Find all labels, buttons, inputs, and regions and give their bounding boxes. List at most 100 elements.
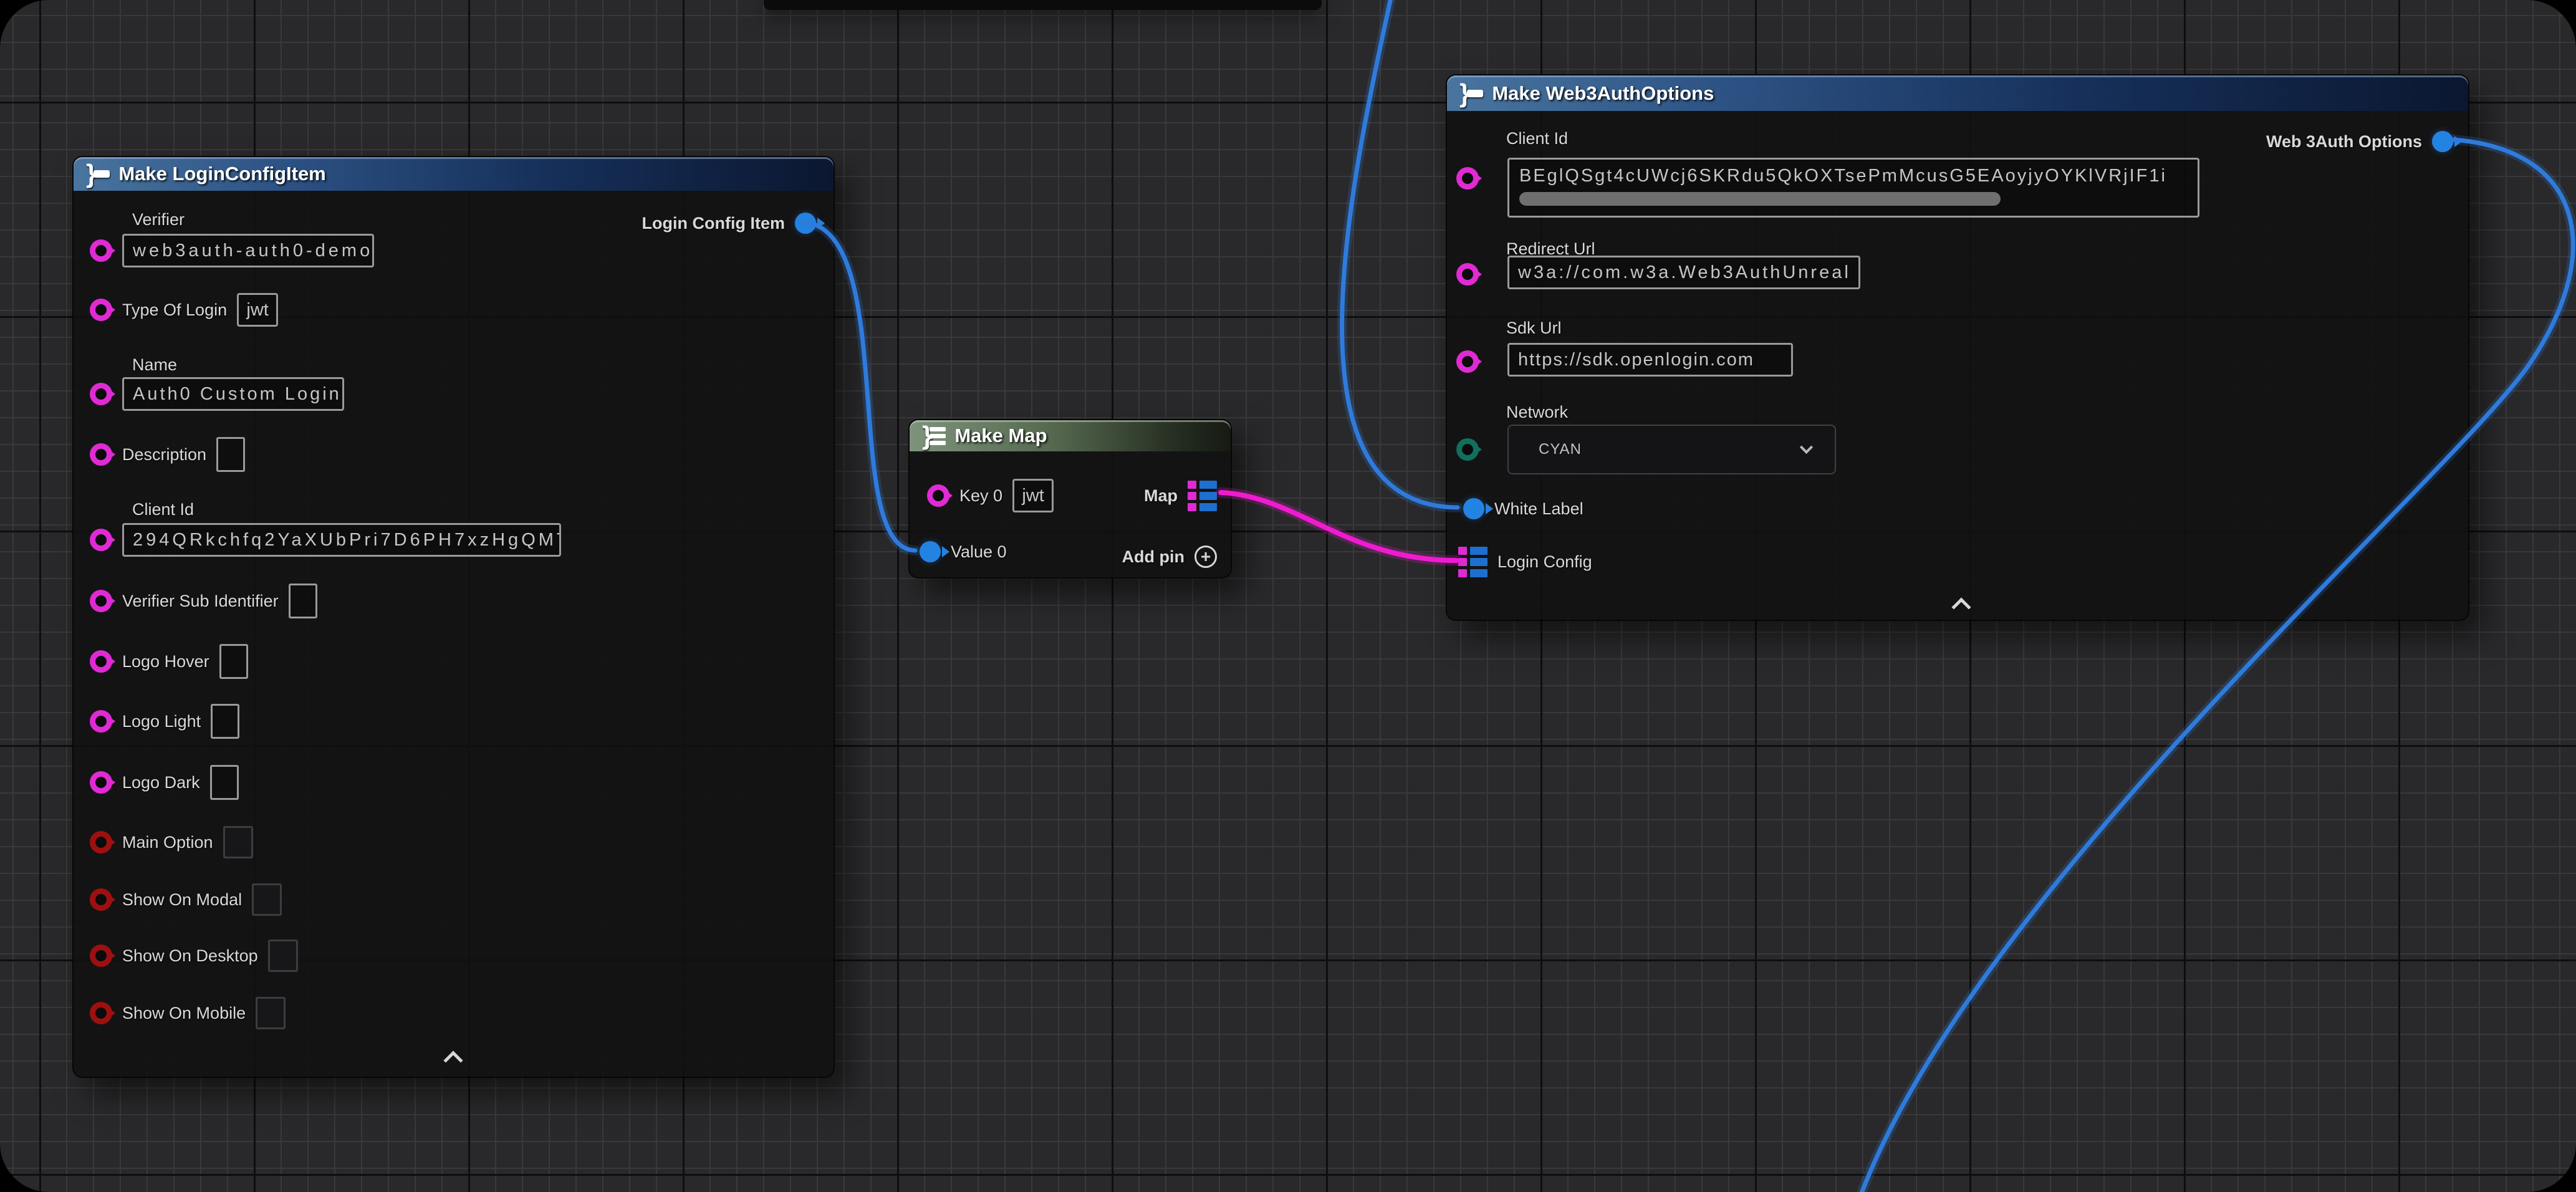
node-title: Make Web3AuthOptions [1492,82,1714,105]
show-on-desktop-label: Show On Desktop [122,946,258,966]
node-make-map[interactable]: } Make Map Key 0 jwt Map Value 0 Add pin… [908,419,1232,579]
show-on-modal-label: Show On Modal [122,890,242,910]
show-on-desktop-checkbox[interactable] [268,940,298,972]
pin-description[interactable] [90,443,112,466]
logo-light-input[interactable] [211,704,239,739]
show-on-mobile-label: Show On Mobile [122,1004,246,1023]
node-make-web3authoptions[interactable]: } Make Web3AuthOptions Web 3Auth Options… [1446,74,2469,621]
make-map-icon: } [922,423,946,449]
pin-verifier[interactable] [90,239,112,262]
collapse-node-caret-icon[interactable] [443,1050,463,1070]
show-on-mobile-row: Show On Mobile [90,994,286,1032]
node-header[interactable]: } Make LoginConfigItem [74,157,834,191]
verifier-sub-identifier-input[interactable] [289,584,317,618]
client-id-input[interactable]: 294QRkchfq2YaXUbPri7D6PH7xzHgQMT [122,523,561,557]
main-option-row: Main Option [90,824,253,861]
pin-web3auth-options-output[interactable] [2432,131,2453,152]
wire-map-to-login-config[interactable] [1221,493,1456,560]
logo-light-row: Logo Light [90,703,239,740]
logo-dark-row: Logo Dark [90,764,239,801]
verifier-label: Verifier [132,210,185,229]
pin-login-config-item-output[interactable] [795,213,816,234]
pin-key-0[interactable] [927,484,949,507]
pin-login-config[interactable] [1458,547,1487,577]
pin-redirect-url[interactable] [1456,263,1479,286]
network-label: Network [1506,403,1568,422]
pin-main-option[interactable] [90,831,112,853]
type-of-login-input[interactable]: jwt [237,293,278,327]
node-title: Make LoginConfigItem [118,163,325,185]
value-0-label: Value 0 [951,542,1007,562]
output-row: Web 3Auth Options [2266,123,2453,160]
make-struct-icon: } [86,161,110,187]
logo-dark-input[interactable] [210,765,239,800]
collapse-node-caret-icon[interactable] [1951,597,1971,617]
blueprint-graph-canvas[interactable]: } Make LoginConfigItem Login Config Item… [0,0,2576,1192]
logo-dark-label: Logo Dark [122,773,200,792]
pin-map-output[interactable] [1188,481,1217,511]
white-label-label: White Label [1494,499,1584,519]
client-id-input[interactable]: BEglQSgt4cUWcj6SKRdu5QkOXTsePmMcusG5EAoy… [1507,158,2199,218]
logo-hover-input[interactable] [219,644,248,679]
client-id-label: Client Id [132,500,194,519]
pin-client-id[interactable] [90,529,112,551]
logo-light-label: Logo Light [122,712,201,731]
chevron-down-icon [1800,440,1813,453]
pin-sdk-url[interactable] [1456,350,1479,373]
pin-network[interactable] [1456,438,1479,461]
offscreen-node-edge [764,0,1322,10]
login-config-row: Login Config [1458,543,1592,580]
output-row: Login Config Item [642,204,816,242]
output-label: Login Config Item [642,214,785,233]
pin-show-on-mobile[interactable] [90,1002,112,1024]
sdk-url-input[interactable]: https://sdk.openlogin.com [1507,343,1793,377]
main-option-checkbox[interactable] [223,826,253,858]
pin-logo-hover[interactable] [90,650,112,673]
verifier-input[interactable]: web3auth-auth0-demo [122,234,374,267]
name-row: Auth0 Custom Login [90,375,344,413]
name-label: Name [132,355,177,375]
pin-type-of-login[interactable] [90,299,112,321]
show-on-modal-checkbox[interactable] [252,883,282,916]
pin-white-label[interactable] [1463,498,1484,519]
white-label-row: White Label [1463,490,1584,527]
verifier-row: web3auth-auth0-demo [90,232,374,269]
network-dropdown[interactable]: CYAN [1507,425,1836,474]
sdk-url-label: Sdk Url [1506,319,1562,338]
pin-value-0[interactable] [920,541,941,562]
node-make-loginconfigitem[interactable]: } Make LoginConfigItem Login Config Item… [72,156,835,1078]
output-label: Web 3Auth Options [2266,132,2422,151]
pin-logo-light[interactable] [90,710,112,733]
pin-show-on-desktop[interactable] [90,944,112,967]
verifier-sub-identifier-row: Verifier Sub Identifier [90,582,317,620]
value-0-row: Value 0 [920,533,1007,570]
show-on-desktop-row: Show On Desktop [90,937,298,974]
key-0-input[interactable]: jwt [1012,479,1054,512]
type-of-login-label: Type Of Login [122,300,227,320]
add-pin-row[interactable]: Add pin + [1122,538,1217,575]
node-header[interactable]: } Make Map [910,420,1231,451]
node-title: Make Map [954,425,1047,447]
pin-verifier-sub-identifier[interactable] [90,590,112,612]
pin-name[interactable] [90,383,112,405]
name-input[interactable]: Auth0 Custom Login [122,377,344,411]
show-on-mobile-checkbox[interactable] [256,997,286,1029]
pin-show-on-modal[interactable] [90,888,112,911]
add-pin-label: Add pin [1122,547,1185,567]
pin-logo-dark[interactable] [90,771,112,794]
main-option-label: Main Option [122,833,213,852]
login-config-label: Login Config [1497,552,1592,572]
key-0-label: Key 0 [959,486,1002,506]
client-id-row: 294QRkchfq2YaXUbPri7D6PH7xzHgQMT [90,521,561,559]
client-id-scrollbar[interactable] [1519,192,2001,206]
wire-offscreen-to-white-label[interactable] [1342,0,1458,507]
redirect-url-input[interactable]: w3a://com.w3a.Web3AuthUnreal [1507,256,1860,289]
map-output-label: Map [1144,486,1178,506]
node-header[interactable]: } Make Web3AuthOptions [1447,75,2468,111]
add-pin-icon[interactable]: + [1194,546,1217,568]
logo-hover-row: Logo Hover [90,643,248,680]
description-input[interactable] [216,437,245,472]
verifier-sub-identifier-label: Verifier Sub Identifier [122,592,279,611]
pin-client-id[interactable] [1456,167,1479,190]
type-of-login-row: Type Of Login jwt [90,291,278,329]
